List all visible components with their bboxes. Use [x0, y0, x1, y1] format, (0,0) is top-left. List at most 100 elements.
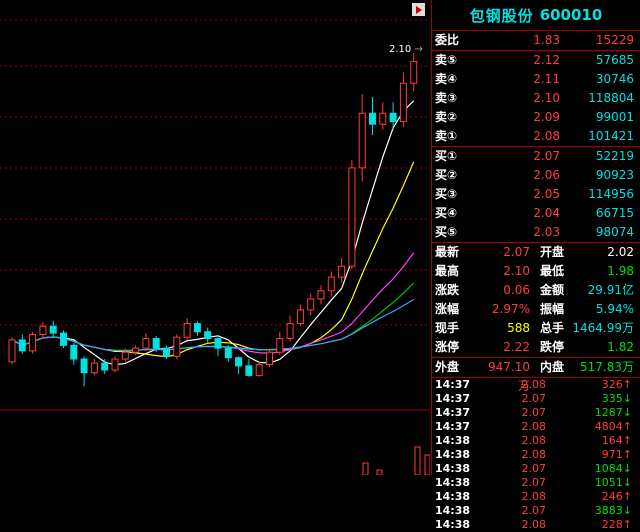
tick-volume: 1084↓: [594, 462, 632, 475]
candle-body: [286, 323, 294, 340]
quote-value: 5.94%: [595, 302, 634, 316]
sell-label: 卖②: [435, 110, 458, 124]
quote-value: 2.22: [503, 340, 530, 354]
candle-body: [193, 323, 201, 333]
tick-row: 14:38 2.08 164↑: [432, 434, 640, 448]
buy-row[interactable]: 买① 2.07 52219: [432, 147, 640, 166]
tick-price: 2.08: [521, 434, 547, 447]
candle-body: [307, 298, 315, 311]
sell-row[interactable]: 卖④ 2.11 30746: [432, 70, 640, 89]
tick-volume: 228↑: [601, 518, 632, 531]
sell-row[interactable]: 卖② 2.09 99001: [432, 108, 640, 127]
candle-body: [245, 365, 253, 376]
candle-body: [80, 358, 88, 374]
buy-volume: 52219: [595, 149, 634, 163]
sell-orders: 卖⑤ 2.12 57685 卖④ 2.11 30746 卖③ 2.10 118804 卖② 2.09…: [432, 51, 640, 146]
sell-label: 卖①: [435, 129, 458, 143]
tick-time: 14:38: [435, 490, 471, 503]
quote-label: 涨跌: [435, 283, 460, 297]
sell-volume: 30746: [595, 72, 634, 86]
candle-body: [379, 112, 387, 125]
candle-body: [276, 338, 284, 353]
candle-body: [369, 112, 376, 125]
quote-label: 跌停: [540, 340, 565, 354]
buy-volume: 66715: [595, 206, 634, 220]
tick-row: 14:37 2.08 4804↑: [432, 420, 640, 434]
order-ratio-row: 委比 1.83 15229: [432, 31, 640, 51]
quote-label: 金额: [540, 283, 565, 297]
tick-volume: 1051↓: [594, 476, 632, 489]
candle-body: [204, 331, 212, 340]
quote-label: 振幅: [540, 302, 565, 316]
tick-price: 2.08: [521, 448, 547, 461]
tick-time: 14:38: [435, 462, 471, 475]
candle-body: [18, 339, 26, 352]
tick-volume: 1287↓: [594, 406, 632, 419]
candle-body: [266, 351, 273, 366]
buy-row[interactable]: 买④ 2.04 66715: [432, 204, 640, 223]
buy-price: 2.04: [533, 206, 560, 220]
ma20-line: [11, 252, 415, 354]
candle-body: [214, 338, 222, 349]
tick-row: 14:37 2.07 1287↓: [432, 406, 640, 420]
quote-value: 1.98: [607, 264, 634, 278]
quote-row: 涨幅 2.97% 振幅 5.94%: [432, 300, 640, 319]
candle-body: [389, 112, 397, 122]
tick-volume: 326↑: [601, 378, 632, 391]
quote-label: 现手: [435, 321, 460, 335]
tick-time: 14:37: [435, 420, 471, 433]
tick-volume: 971↑: [601, 448, 632, 461]
quote-value: 2.02: [607, 245, 634, 259]
candle-body: [255, 364, 263, 376]
quote-stats: 最新 2.07 开盘 2.02 最高 2.10 最低 1.98 涨跌 0.06 金额 29.91亿 涨幅…: [432, 243, 640, 393]
candle-body: [132, 347, 140, 353]
order-ratio-label: 委比: [435, 33, 460, 47]
sell-row[interactable]: 卖① 2.08 101421: [432, 127, 640, 146]
quote-value: 1464.99万: [572, 321, 634, 335]
sell-price: 2.09: [533, 110, 560, 124]
sell-row[interactable]: 卖③ 2.10 118804: [432, 89, 640, 108]
tick-price: 2.08: [521, 518, 547, 531]
quote-value: 2.10: [503, 264, 530, 278]
candle-body: [49, 325, 57, 334]
sell-row[interactable]: 卖⑤ 2.12 57685: [432, 51, 640, 70]
chart-grid: [0, 19, 430, 411]
tick-price: 2.08: [521, 490, 547, 503]
candle-body: [121, 351, 129, 360]
sell-volume: 118804: [588, 91, 634, 105]
tick-price: 2.08: [521, 378, 547, 391]
quote-label: 外盘: [435, 360, 460, 374]
candle-body: [296, 309, 304, 325]
volume-bar: [376, 469, 383, 475]
candle-body: [338, 265, 346, 278]
buy-price: 2.05: [533, 187, 560, 201]
candle-body: [224, 347, 232, 359]
tick-list[interactable]: 14:37 2.08 326↑ 14:37 2.07 335↓ 14:37 2.07 1287↓…: [432, 378, 640, 532]
buy-row[interactable]: 买⑤ 2.03 98074: [432, 223, 640, 242]
quote-label: 涨停: [435, 340, 460, 354]
tick-price: 2.08: [521, 420, 547, 433]
quote-row: 最新 2.07 开盘 2.02: [432, 243, 640, 262]
tick-volume: 164↑: [601, 434, 632, 447]
order-ratio-value: 1.83: [533, 33, 560, 47]
buy-row[interactable]: 买② 2.06 90923: [432, 166, 640, 185]
buy-volume: 98074: [595, 225, 634, 239]
buy-volume: 114956: [588, 187, 634, 201]
quote-label: 最高: [435, 264, 460, 278]
quote-value: 2.97%: [491, 302, 530, 316]
buy-price: 2.03: [533, 225, 560, 239]
quote-value: 517.83万: [580, 360, 634, 374]
candle-body: [235, 357, 243, 367]
kline-chart[interactable]: [0, 0, 430, 475]
tick-time: 14:37: [435, 392, 471, 405]
quote-row: 涨跌 0.06 金额 29.91亿: [432, 281, 640, 300]
expand-arrow-icon[interactable]: [412, 3, 425, 16]
buy-row[interactable]: 买③ 2.05 114956: [432, 185, 640, 204]
quote-label: 最低: [540, 264, 565, 278]
quote-label: 最新: [435, 245, 460, 259]
candle-body: [173, 336, 181, 357]
tick-price: 2.07: [521, 476, 547, 489]
tick-time: 14:38: [435, 518, 471, 531]
candle-body: [327, 276, 335, 292]
buy-label: 买③: [435, 187, 458, 201]
